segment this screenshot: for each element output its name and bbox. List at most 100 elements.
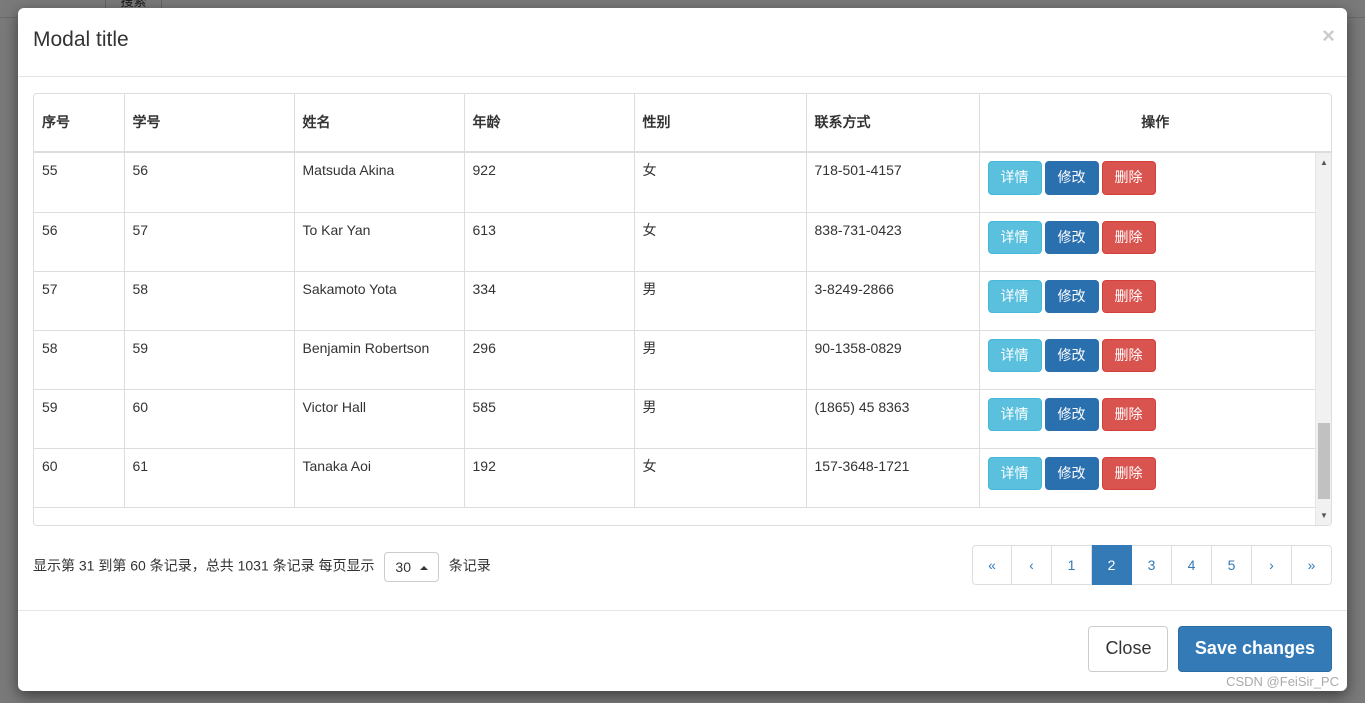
pagination-first[interactable]: «: [972, 545, 1012, 585]
cell-age: 296: [464, 330, 635, 390]
cell-tel: (1865) 45 8363: [806, 389, 980, 449]
pagination-last[interactable]: »: [1292, 545, 1332, 585]
table-row: 57 58 Sakamoto Yota 334 男 3-8249-2866 详情 修改 删除: [34, 271, 1331, 331]
cell-seq: 55: [34, 153, 125, 213]
cell-seq: 56: [34, 212, 125, 272]
column-header-tel: 联系方式: [806, 94, 980, 153]
table-scroll-body[interactable]: 55 56 Matsuda Akina 922 女 718-501-4157 详情 修改 删除 5…: [34, 153, 1331, 525]
detail-button[interactable]: 详情: [987, 220, 1042, 255]
save-changes-button[interactable]: Save changes: [1177, 626, 1332, 672]
close-icon[interactable]: ×: [1314, 21, 1343, 51]
table-body: 55 56 Matsuda Akina 922 女 718-501-4157 详情 修改 删除 5…: [34, 153, 1331, 508]
column-header-age: 年龄: [464, 94, 635, 153]
scrollbar-thumb[interactable]: [1318, 423, 1330, 499]
cell-tel: 90-1358-0829: [806, 330, 980, 390]
detail-button[interactable]: 详情: [987, 161, 1042, 195]
cell-seq: 60: [34, 448, 125, 508]
cell-tel: 157-3648-1721: [806, 448, 980, 508]
cell-tel: 3-8249-2866: [806, 271, 980, 331]
scroll-down-arrow-icon[interactable]: ▼: [1316, 508, 1331, 524]
delete-button[interactable]: 删除: [1101, 161, 1156, 195]
modal-header: Modal title ×: [18, 8, 1347, 77]
modal-body: 序号 学号 姓名 年龄 性别 联系方式 操作 55 56 Matsuda Akina…: [18, 77, 1347, 610]
delete-button[interactable]: 删除: [1101, 397, 1156, 432]
pagination-controls: «‹ 1 2 3 4 5 ›»: [972, 545, 1332, 585]
detail-button[interactable]: 详情: [987, 279, 1042, 314]
detail-button[interactable]: 详情: [987, 397, 1042, 432]
delete-button[interactable]: 删除: [1101, 220, 1156, 255]
table-head: 序号 学号 姓名 年龄 性别 联系方式 操作: [34, 94, 1331, 153]
table-row: 58 59 Benjamin Robertson 296 男 90-1358-0829 详情…: [34, 330, 1331, 390]
pagination-page-2[interactable]: 2: [1092, 545, 1132, 585]
cell-sid: 61: [124, 448, 295, 508]
modal-dialog: Modal title × 序号 学号 姓名 年龄 性别 联系方式 操作 55 …: [18, 8, 1347, 691]
cell-sid: 56: [124, 153, 295, 213]
students-table-body-table: 55 56 Matsuda Akina 922 女 718-501-4157 详情 修改 删除 5…: [34, 153, 1331, 508]
cell-name: Tanaka Aoi: [294, 448, 465, 508]
pagination-info: 显示第 31 到第 60 条记录，总共 1031 条记录 每页显示 30 条记录: [33, 552, 491, 582]
page-title: Modal title: [33, 28, 129, 51]
pagination-page-1[interactable]: 1: [1052, 545, 1092, 585]
pagination-prev[interactable]: ‹: [1012, 545, 1052, 585]
cell-name: Sakamoto Yota: [294, 271, 465, 331]
cell-operations: 详情 修改 删除: [979, 389, 1331, 449]
cell-sex: 男: [634, 330, 807, 390]
cell-sex: 女: [634, 153, 807, 213]
cell-operations: 详情 修改 删除: [979, 448, 1331, 508]
edit-button[interactable]: 修改: [1044, 456, 1099, 491]
cell-sex: 男: [634, 271, 807, 331]
detail-button[interactable]: 详情: [987, 338, 1042, 373]
cell-operations: 详情 修改 删除: [979, 330, 1331, 390]
column-header-sex: 性别: [634, 94, 807, 153]
pagination-page-3[interactable]: 3: [1132, 545, 1172, 585]
cell-sex: 女: [634, 212, 807, 272]
table-row: 56 57 To Kar Yan 613 女 838-731-0423 详情 修改 删除: [34, 212, 1331, 272]
cell-age: 585: [464, 389, 635, 449]
table-row: 59 60 Victor Hall 585 男 (1865) 45 8363 详情 修改 删除: [34, 389, 1331, 449]
pagination-next[interactable]: ›: [1252, 545, 1292, 585]
edit-button[interactable]: 修改: [1044, 279, 1099, 314]
pagination-info-suffix: 条记录: [448, 557, 491, 574]
pagination-page-4[interactable]: 4: [1172, 545, 1212, 585]
edit-button[interactable]: 修改: [1044, 220, 1099, 255]
close-button[interactable]: Close: [1088, 626, 1169, 672]
table-row: 55 56 Matsuda Akina 922 女 718-501-4157 详情 修改 删除: [34, 153, 1331, 213]
cell-seq: 57: [34, 271, 125, 331]
cell-tel: 718-501-4157: [806, 153, 980, 213]
cell-name: Victor Hall: [294, 389, 465, 449]
cell-seq: 58: [34, 330, 125, 390]
delete-button[interactable]: 删除: [1101, 456, 1156, 491]
pagination-page-5[interactable]: 5: [1212, 545, 1252, 585]
edit-button[interactable]: 修改: [1044, 161, 1099, 195]
cell-seq: 59: [34, 389, 125, 449]
scroll-up-arrow-icon[interactable]: ▲: [1316, 155, 1331, 171]
column-header-name: 姓名: [294, 94, 465, 153]
delete-button[interactable]: 删除: [1101, 279, 1156, 314]
students-table: 序号 学号 姓名 年龄 性别 联系方式 操作: [34, 94, 1331, 153]
cell-name: Matsuda Akina: [294, 153, 465, 213]
watermark: CSDN @FeiSir_PC: [1226, 674, 1339, 689]
table-container: 序号 学号 姓名 年龄 性别 联系方式 操作 55 56 Matsuda Akina…: [33, 93, 1332, 526]
table-vertical-scrollbar[interactable]: ▲ ▼: [1315, 153, 1331, 525]
delete-button[interactable]: 删除: [1101, 338, 1156, 373]
edit-button[interactable]: 修改: [1044, 338, 1099, 373]
cell-name: Benjamin Robertson: [294, 330, 465, 390]
caret-up-icon: [419, 566, 428, 571]
cell-name: To Kar Yan: [294, 212, 465, 272]
table-row: 60 61 Tanaka Aoi 192 女 157-3648-1721 详情 修改 删除: [34, 448, 1331, 508]
page-size-select[interactable]: 30: [384, 552, 439, 582]
cell-sid: 58: [124, 271, 295, 331]
cell-age: 922: [464, 153, 635, 213]
cell-sid: 57: [124, 212, 295, 272]
edit-button[interactable]: 修改: [1044, 397, 1099, 432]
cell-operations: 详情 修改 删除: [979, 153, 1331, 213]
cell-age: 192: [464, 448, 635, 508]
column-header-sid: 学号: [124, 94, 295, 153]
page-size-value: 30: [395, 559, 411, 575]
cell-age: 613: [464, 212, 635, 272]
cell-operations: 详情 修改 删除: [979, 271, 1331, 331]
modal-footer: Close Save changes CSDN @FeiSir_PC: [18, 610, 1347, 691]
column-header-seq: 序号: [34, 94, 125, 153]
pagination-row: 显示第 31 到第 60 条记录，总共 1031 条记录 每页显示 30 条记录…: [33, 540, 1332, 592]
detail-button[interactable]: 详情: [987, 456, 1042, 491]
